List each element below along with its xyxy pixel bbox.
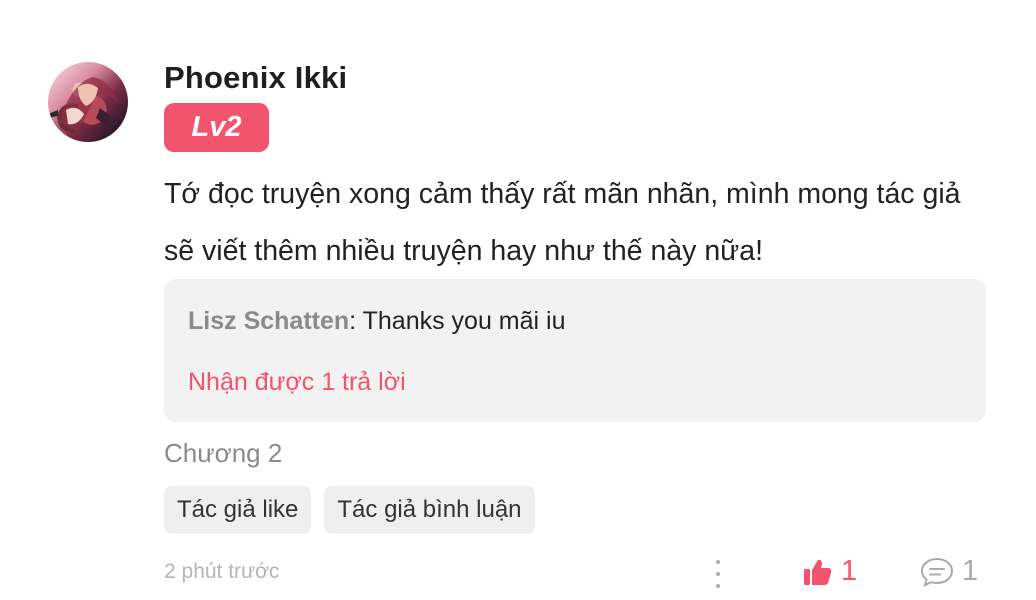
comment-card: Phoenix Ikki Lv2 Tớ đọc truyện xong cảm … (0, 0, 1036, 600)
avatar[interactable] (48, 62, 128, 142)
like-button[interactable]: 1 (803, 555, 857, 588)
thumbs-up-icon (804, 559, 832, 585)
reply-separator: : (349, 307, 363, 335)
chapter-label: Chương 2 (164, 438, 283, 468)
like-count: 1 (841, 555, 858, 587)
reply-button[interactable]: 1 (920, 555, 978, 588)
comment-bubble-icon (920, 557, 954, 587)
reply-text: Thanks you mãi iu (362, 307, 566, 335)
level-badge: Lv2 (164, 103, 269, 152)
username[interactable]: Phoenix Ikki (164, 60, 347, 96)
tag-author-comment: Tác giả bình luận (324, 486, 535, 534)
avatar-image (48, 77, 118, 132)
reply-preview[interactable]: Lisz Schatten: Thanks you mãi iu Nhận đư… (164, 279, 986, 422)
reply-line: Lisz Schatten: Thanks you mãi iu (188, 307, 565, 336)
reply-count: 1 (962, 555, 979, 587)
comment-text: Tớ đọc truyện xong cảm thấy rất mãn nhãn… (164, 178, 961, 267)
reply-count-link[interactable]: Nhận được 1 trả lời (188, 368, 406, 397)
tag-author-like: Tác giả like (164, 486, 312, 534)
tag-list: Tác giả like Tác giả bình luận (164, 486, 535, 534)
reply-author[interactable]: Lisz Schatten (188, 307, 349, 335)
timestamp: 2 phút trước (164, 560, 280, 583)
more-vertical-icon[interactable] (710, 560, 726, 588)
